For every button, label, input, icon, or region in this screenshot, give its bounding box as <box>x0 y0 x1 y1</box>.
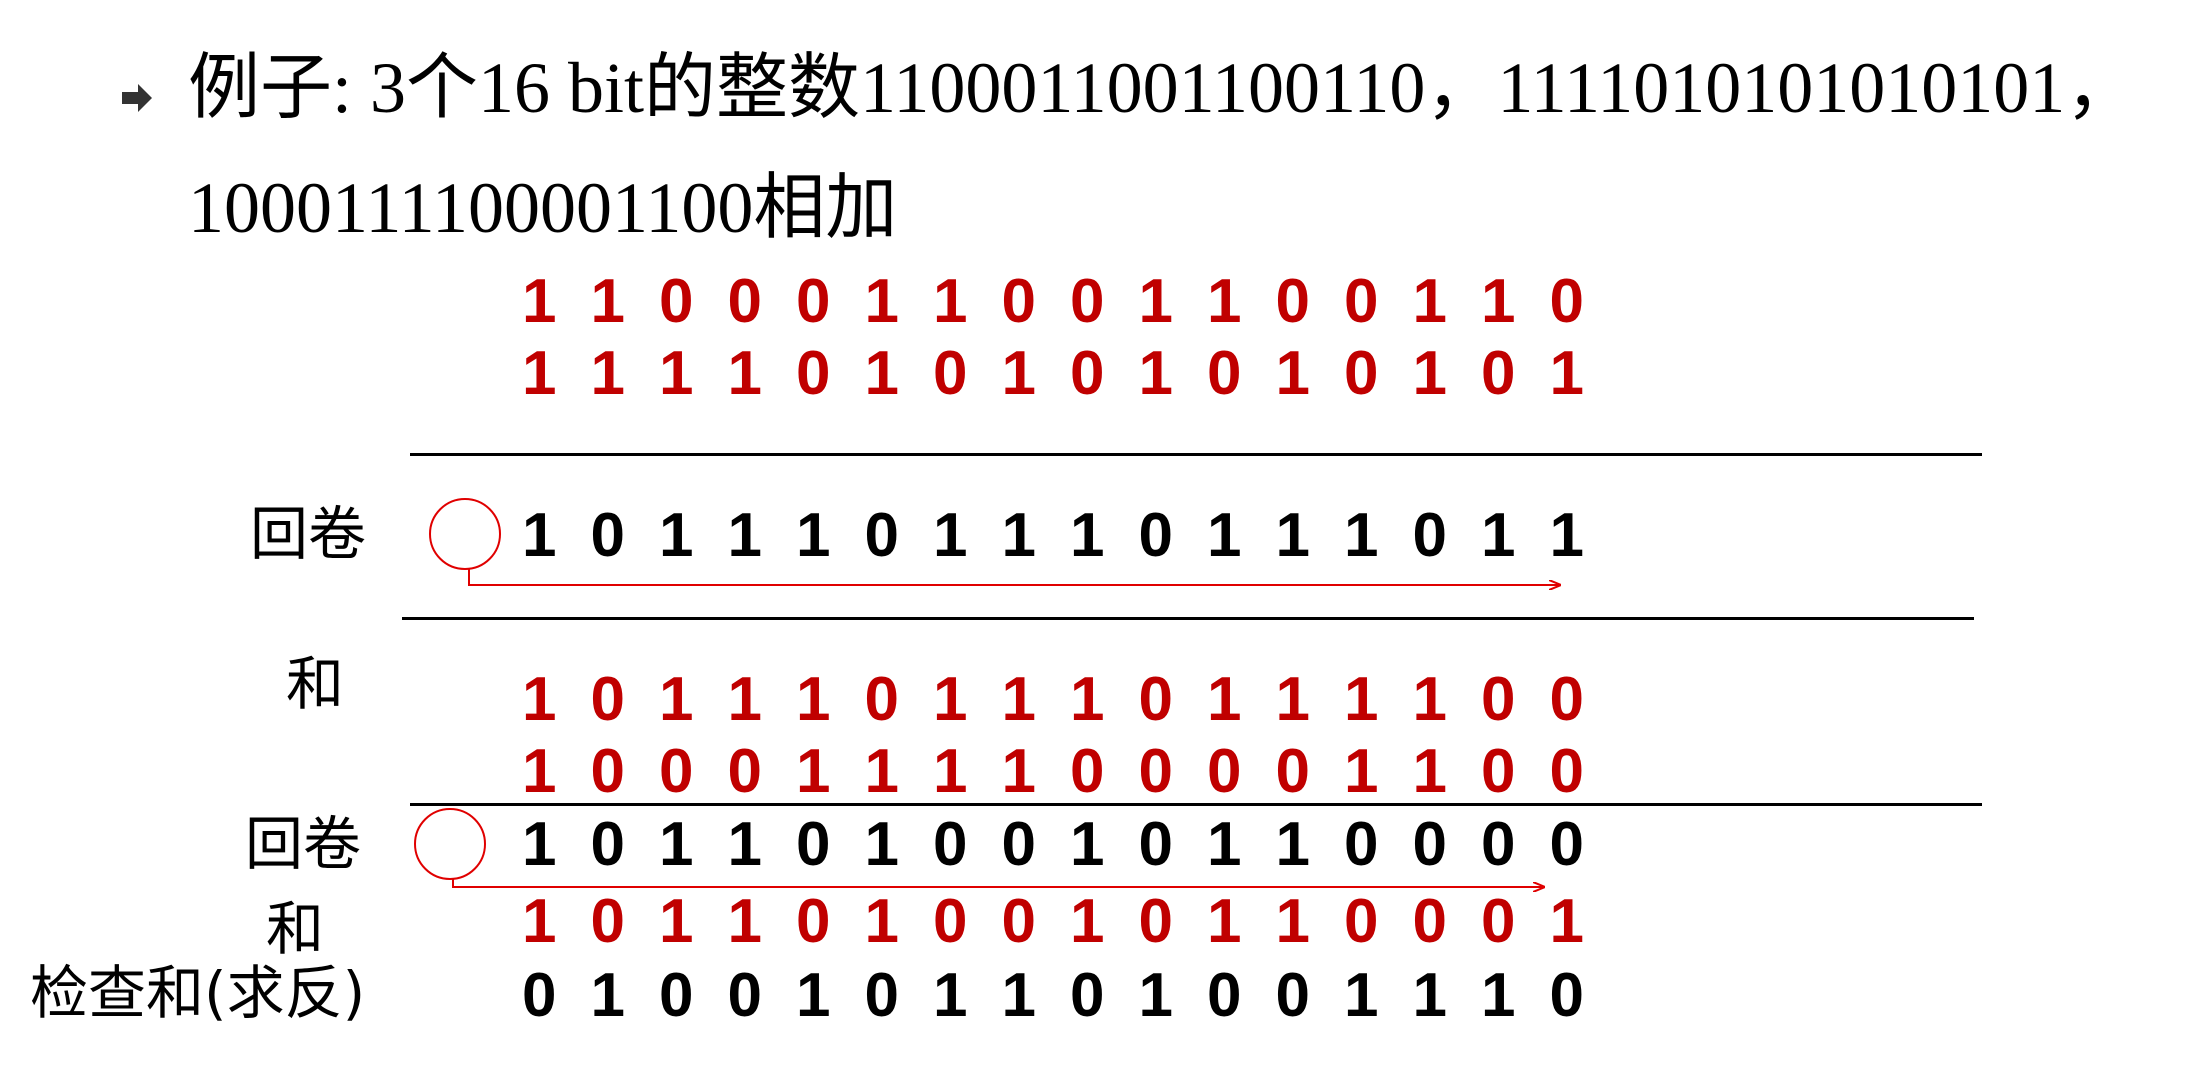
slide: 例子: 3个16 bit的整数1100011001100110，11110101… <box>0 0 2188 1076</box>
carry-circle-2 <box>414 808 486 880</box>
carry-circle-1 <box>429 498 501 570</box>
wrap-arrow-1 <box>468 568 1560 585</box>
carry-annotations <box>414 498 2188 1076</box>
wrap-arrow-2 <box>452 878 1544 887</box>
